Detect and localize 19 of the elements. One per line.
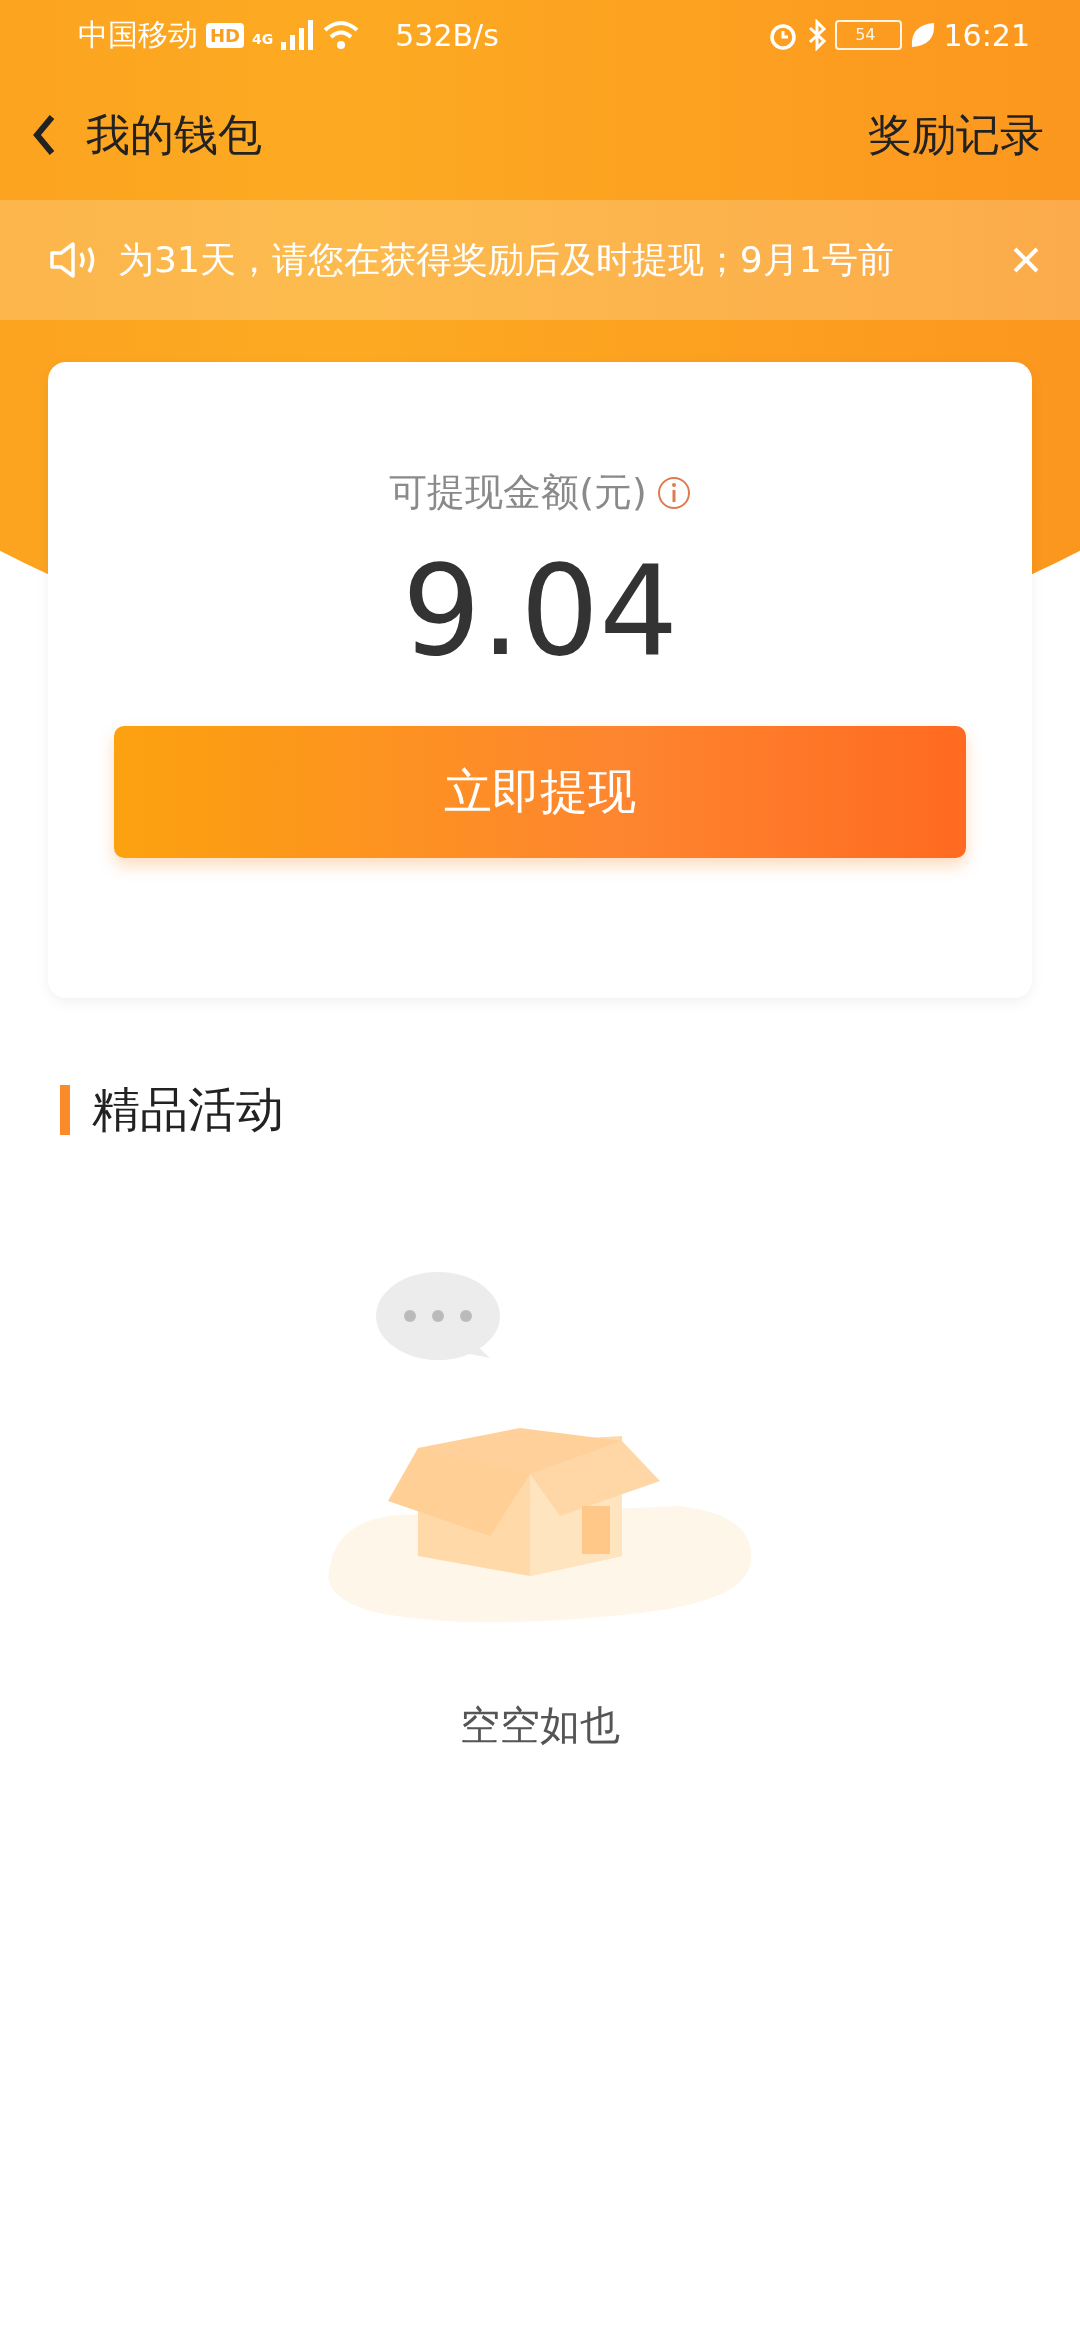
info-icon[interactable]	[656, 475, 691, 510]
network-speed: 532B/s	[395, 17, 499, 53]
page-title: 我的钱包	[86, 107, 262, 162]
wifi-icon	[323, 20, 360, 50]
leaf-icon	[909, 21, 936, 49]
bluetooth-icon	[807, 19, 828, 51]
battery-indicator: 54	[835, 20, 902, 50]
empty-message: 空空如也	[459, 1701, 621, 1750]
signal-icon	[281, 20, 316, 50]
network-type: 4G	[252, 30, 274, 47]
section-accent-bar	[60, 1085, 70, 1135]
clock-time: 16:21	[943, 17, 1030, 53]
section-title: 精品活动	[92, 1080, 284, 1139]
notice-text: 为31天，请您在获得奖励后及时提现；9月1号前	[118, 237, 895, 282]
carrier-name: 中国移动	[78, 15, 198, 54]
reward-record-link[interactable]: 奖励记录	[868, 105, 1044, 165]
balance-amount: 9.04	[401, 538, 679, 685]
balance-label: 可提现金额(元)	[389, 469, 647, 516]
hd-badge: HD	[206, 22, 244, 48]
